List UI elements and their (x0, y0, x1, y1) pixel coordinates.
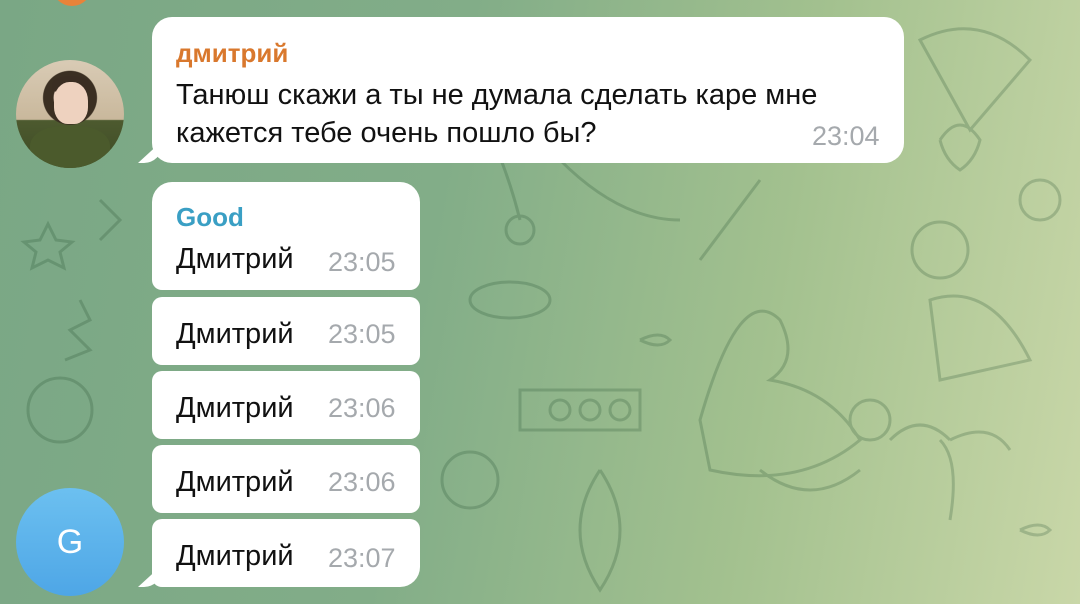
sender-avatar-photo[interactable] (16, 60, 124, 168)
gingerbread-doodle (64, 299, 93, 362)
message-bubble[interactable]: Дмитрий 23:06 (152, 371, 420, 439)
billiard-ball-doodle (910, 220, 970, 280)
message-text: Дмитрий (176, 392, 294, 424)
message-text: Дмитрий (176, 466, 294, 498)
message-time: 23:05 (328, 247, 396, 277)
fishing-rod-doodle (698, 179, 762, 261)
message-time: 23:05 (328, 319, 396, 349)
message-bubble[interactable]: дмитрий Танюш скажи а ты не думала сдела… (152, 17, 904, 163)
bowling-ball-doodle (26, 376, 94, 444)
dinosaur-doodle (698, 309, 862, 478)
message-bubble[interactable]: Good Дмитрий 23:05 (152, 182, 420, 290)
apple-doodle (848, 398, 892, 442)
message-time: 23:04 (812, 121, 880, 151)
message-text: Дмитрий (176, 540, 294, 572)
sender-name[interactable]: дмитрий (176, 38, 288, 69)
avatar-initial: G (56, 522, 84, 561)
avatar-jacket (30, 126, 110, 168)
fish-doodle (639, 333, 673, 347)
message-text: Дмитрий (176, 318, 294, 350)
ufo-doodle (468, 280, 552, 320)
lightbulb-doodle (938, 123, 982, 172)
message-bubble[interactable]: Дмитрий 23:06 (152, 445, 420, 513)
globe-doodle (440, 450, 500, 510)
message-text-line: кажется тебе очень пошло бы? (176, 117, 597, 149)
message-time: 23:06 (328, 393, 396, 423)
message-text-line: Танюш скажи а ты не думала сделать каре … (176, 79, 818, 111)
message-text: Дмитрий (176, 243, 294, 275)
lollipop-doodle (1018, 178, 1062, 222)
message-time: 23:06 (328, 467, 396, 497)
message-time: 23:07 (328, 543, 396, 573)
message-bubble[interactable]: Дмитрий 23:07 (152, 519, 420, 587)
sender-avatar-letter[interactable]: G (16, 488, 124, 596)
umbrella-doodle (928, 294, 1033, 382)
palm-tree-doodle (888, 423, 1012, 521)
star-doodle (20, 220, 76, 271)
message-bubble[interactable]: Дмитрий 23:05 (152, 297, 420, 365)
avatar-face (54, 82, 88, 124)
pizza-doodle (917, 27, 1033, 133)
sender-name[interactable]: Good (176, 202, 244, 233)
